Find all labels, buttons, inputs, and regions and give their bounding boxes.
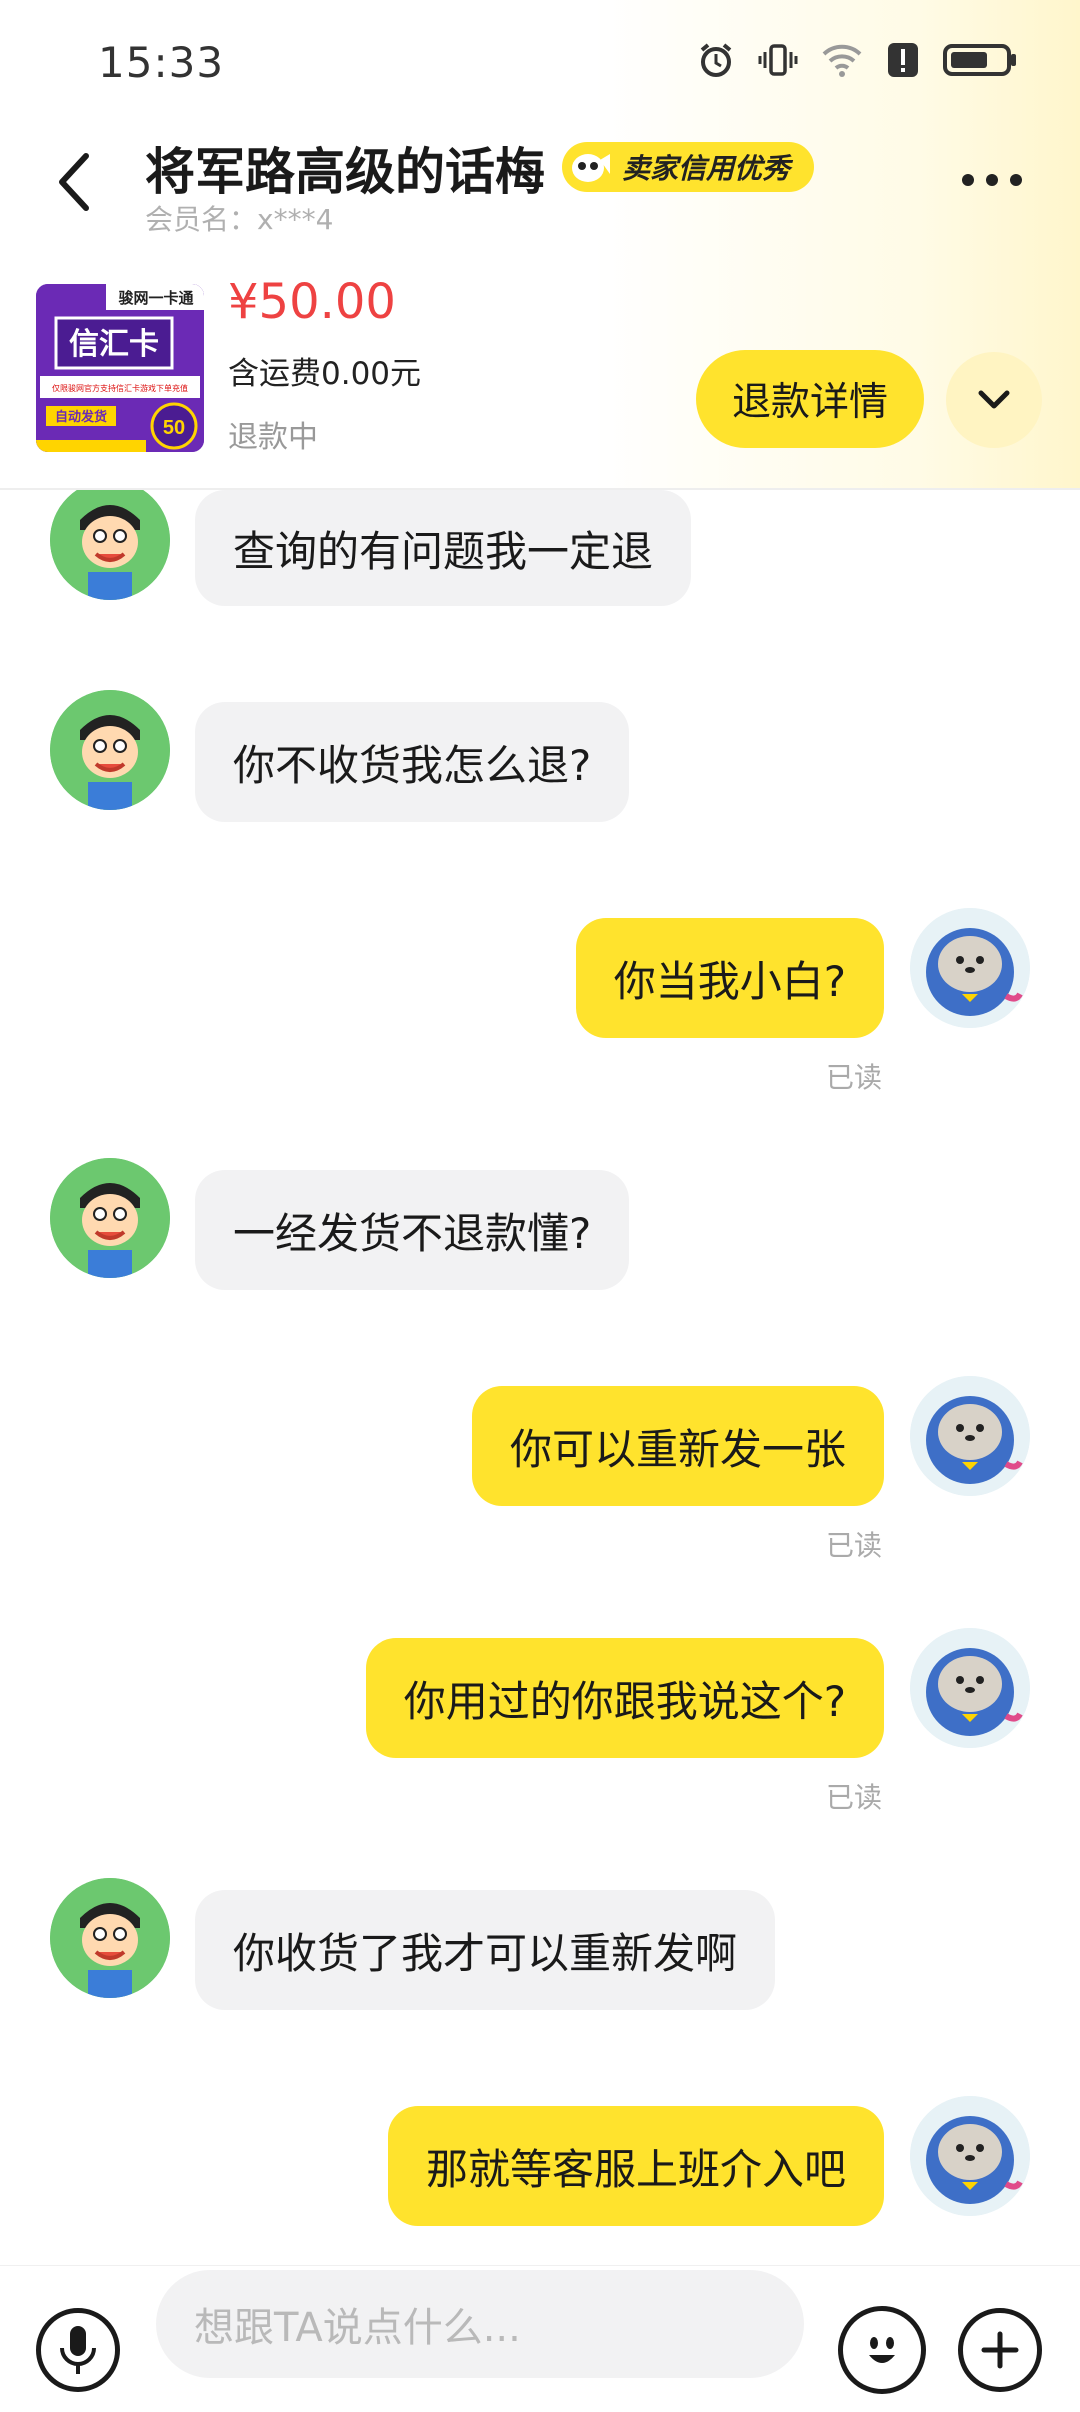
chat-title: 将军路高级的话梅	[145, 143, 545, 201]
message-text: 一经发货不退款懂?	[233, 1208, 592, 1258]
message-text: 那就等客服上班介入吧	[425, 2144, 846, 2194]
chat-thread[interactable]: 查询的有问题我一定退 你不收货我怎么退? 你当我小白? 已读 一经发货不退款懂?…	[0, 490, 1080, 2265]
message-bubble[interactable]: 那就等客服上班介入吧	[387, 2106, 884, 2226]
expand-button[interactable]	[946, 352, 1042, 448]
message-bubble[interactable]: 一经发货不退款懂?	[195, 1170, 630, 1290]
wifi-icon	[820, 40, 864, 80]
read-receipt: 已读	[826, 1529, 883, 1562]
user-avatar[interactable]	[910, 1628, 1030, 1748]
header-area: 15:33 将军路高级的话梅 卖家信用优秀 会员名：x***4 骏网一卡通 信汇…	[0, 0, 1080, 490]
credit-badge-label: 卖家信用优秀	[622, 152, 791, 185]
more-options-button[interactable]	[952, 160, 1032, 200]
message-input[interactable]: 想跟TA说点什么...	[156, 2270, 804, 2378]
voice-button[interactable]	[36, 2308, 120, 2392]
read-receipt: 已读	[826, 1781, 883, 1814]
product-brand-text: 骏网一卡通	[118, 289, 193, 307]
battery-icon	[942, 40, 1018, 80]
message-text: 查询的有问题我一定退	[233, 526, 654, 576]
status-icons	[696, 40, 1018, 80]
product-tag-text: 自动发货	[55, 409, 107, 424]
message-bubble[interactable]: 你用过的你跟我说这个?	[365, 1638, 884, 1758]
message-bubble[interactable]: 查询的有问题我一定退	[195, 490, 692, 606]
status-time: 15:33	[98, 38, 225, 87]
plus-icon	[981, 2331, 1019, 2369]
chevron-down-icon	[978, 390, 1010, 409]
credit-badge: 卖家信用优秀	[562, 142, 815, 192]
vibrate-icon	[758, 40, 798, 80]
user-avatar[interactable]	[910, 908, 1030, 1028]
emoji-button[interactable]	[838, 2306, 926, 2394]
message-text: 你用过的你跟我说这个?	[403, 1676, 846, 1726]
product-card-name: 信汇卡	[69, 328, 159, 361]
seller-avatar[interactable]	[50, 690, 170, 810]
product-note-text: 仅限骏网官方支持信汇卡游戏下单充值	[52, 383, 188, 393]
back-button[interactable]	[44, 142, 104, 222]
refund-status: 退款中	[228, 420, 318, 455]
shipping-fee: 含运费0.00元	[228, 356, 422, 392]
message-text: 你收货了我才可以重新发啊	[233, 1928, 738, 1978]
more-actions-button[interactable]	[958, 2308, 1042, 2392]
product-price: ¥50.00	[228, 274, 396, 330]
seller-avatar[interactable]	[50, 490, 170, 600]
member-name: 会员名：x***4	[145, 203, 334, 236]
user-avatar[interactable]	[910, 2096, 1030, 2216]
product-value-text: 50	[163, 417, 185, 439]
alert-icon	[886, 40, 920, 80]
message-bubble[interactable]: 你不收货我怎么退?	[195, 702, 630, 822]
alarm-icon	[696, 40, 736, 80]
microphone-icon	[60, 2326, 96, 2374]
seller-avatar[interactable]	[50, 1878, 170, 1998]
message-bubble[interactable]: 你收货了我才可以重新发啊	[195, 1890, 776, 2010]
message-bubble[interactable]: 你可以重新发一张	[471, 1386, 884, 1506]
product-thumbnail[interactable]: 骏网一卡通 信汇卡 仅限骏网官方支持信汇卡游戏下单充值 自动发货 50	[36, 284, 204, 452]
message-text: 你当我小白?	[613, 956, 846, 1006]
user-avatar[interactable]	[910, 1376, 1030, 1496]
seller-avatar[interactable]	[50, 1158, 170, 1278]
refund-details-button[interactable]: 退款详情	[696, 350, 924, 448]
more-dot-icon	[986, 174, 998, 186]
message-bubble[interactable]: 你当我小白?	[575, 918, 884, 1038]
message-text: 你可以重新发一张	[509, 1424, 846, 1474]
more-dot-icon	[1010, 174, 1022, 186]
message-text: 你不收货我怎么退?	[233, 740, 592, 790]
more-dot-icon	[962, 174, 974, 186]
fish-mascot-icon	[572, 154, 610, 182]
smiley-icon	[869, 2337, 895, 2363]
read-receipt: 已读	[826, 1061, 883, 1094]
message-input-placeholder: 想跟TA说点什么...	[194, 2305, 521, 2351]
